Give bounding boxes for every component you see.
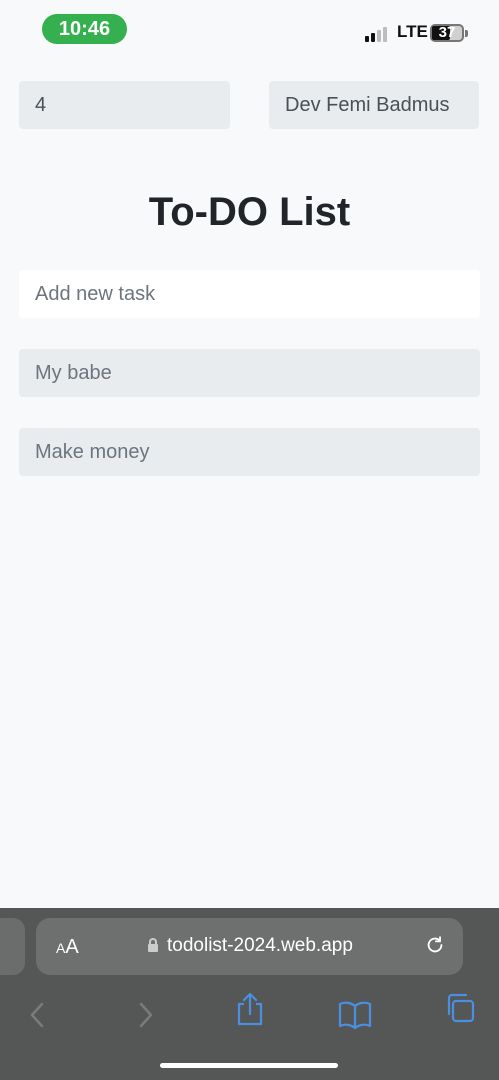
home-indicator[interactable] [160,1063,338,1068]
status-time: 10:46 [42,14,127,44]
url-text[interactable]: todolist-2024.web.app [167,935,353,957]
new-task-input[interactable] [19,270,480,318]
signal-icon [365,26,391,42]
bookmarks-icon[interactable] [338,1000,372,1030]
lock-icon [148,938,158,952]
author-field: Dev Femi Badmus [269,81,479,129]
back-icon[interactable] [23,1000,53,1030]
reload-icon[interactable] [424,934,446,956]
status-bar: 10:46 LTE 37 [0,0,499,54]
task-item[interactable]: My babe [19,349,480,397]
forward-icon[interactable] [130,1000,160,1030]
previous-tab-preview[interactable] [0,918,25,975]
network-type: LTE [397,22,428,41]
page-title: To-DO List [148,190,351,234]
task-count-field: 4 [19,81,230,129]
tabs-icon[interactable] [444,992,476,1024]
task-item[interactable]: Make money [19,428,480,476]
battery-cap [465,30,468,37]
battery-level: 37 [438,24,456,41]
battery-icon: 37 [430,24,464,42]
address-bar[interactable]: AA todolist-2024.web.app [36,918,463,975]
text-size-button[interactable]: AA [56,936,79,959]
share-icon[interactable] [234,992,266,1026]
